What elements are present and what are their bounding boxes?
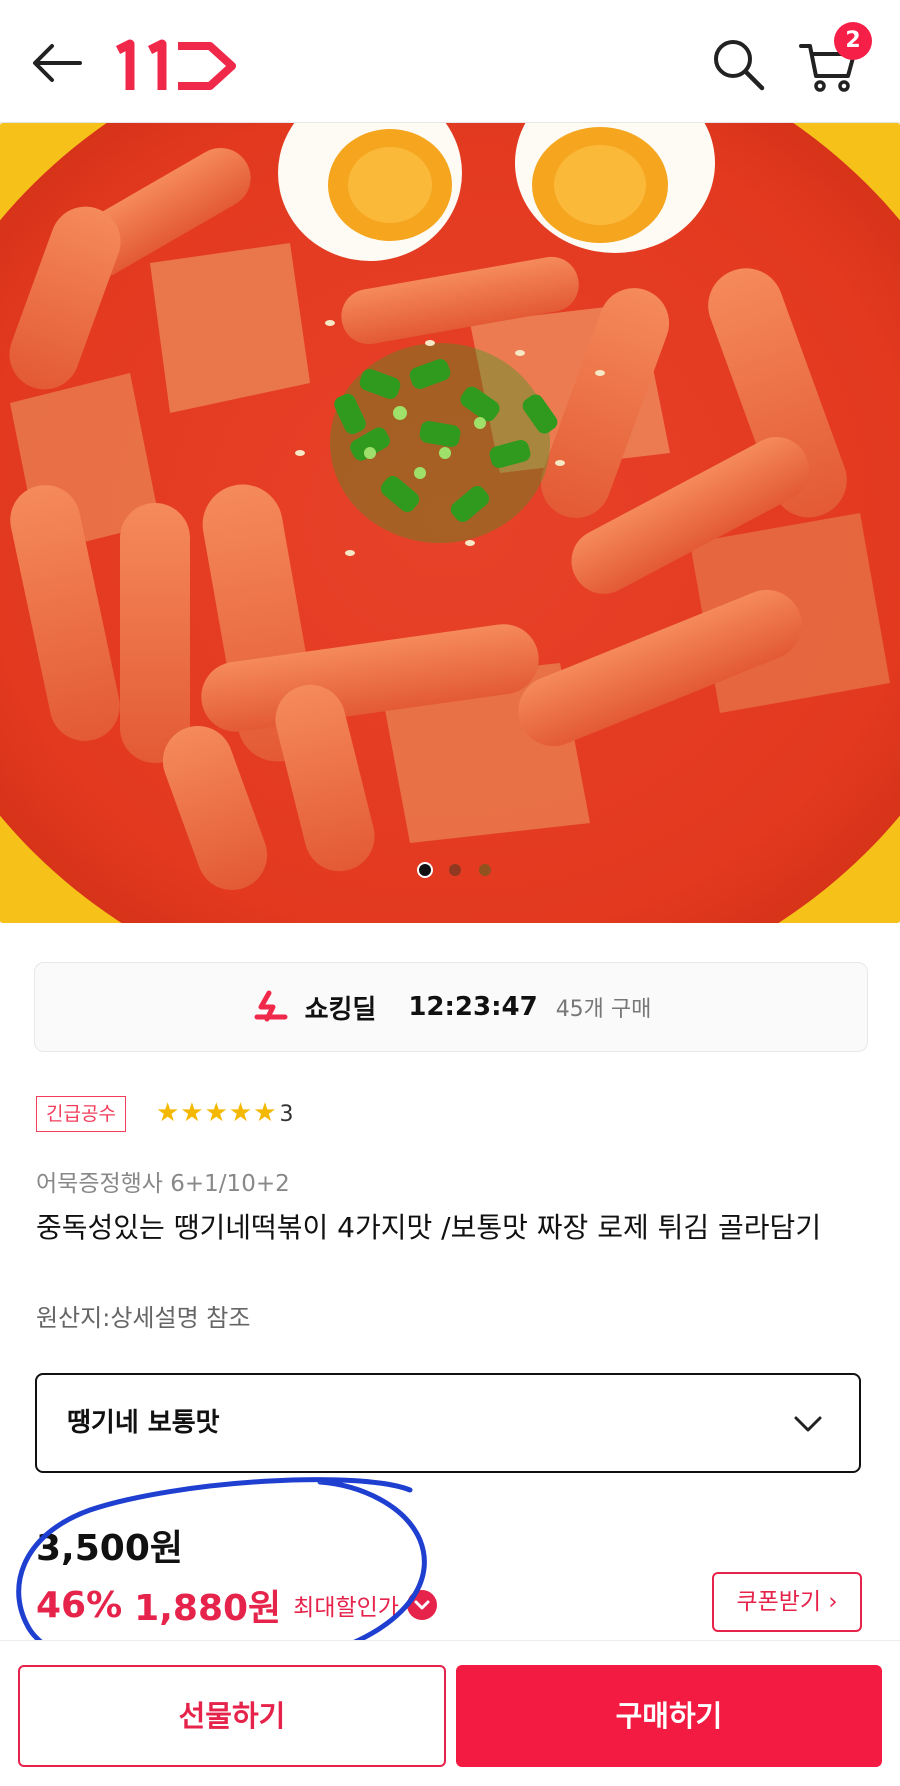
option-select[interactable]: 땡기네 보통맛	[35, 1373, 861, 1473]
review-count: 3	[279, 1102, 295, 1127]
carousel-dot-2	[449, 864, 461, 876]
lightning-icon	[254, 990, 288, 1022]
product-image[interactable]	[0, 123, 900, 923]
carousel-dot-3	[479, 864, 491, 876]
rating[interactable]: ★★★★★3	[156, 1096, 295, 1130]
chevron-down-icon	[794, 1416, 822, 1432]
back-arrow-icon[interactable]	[30, 38, 84, 88]
purchase-count: 45개 구매	[555, 997, 652, 1022]
bottom-action-bar: 선물하기 구매하기	[0, 1640, 900, 1786]
sale-price-row: 46% 1,880원 최대할인가	[36, 1578, 437, 1632]
coupon-button[interactable]: 쿠폰받기 ›	[712, 1572, 862, 1632]
shocking-deal-bar[interactable]: 쇼킹딜 12:23:47 45개 구매	[34, 962, 868, 1052]
chevron-down-circle-icon[interactable]	[406, 1590, 437, 1620]
max-discount-label: 최대할인가	[293, 1595, 399, 1621]
origin-text: 원산지:상세설명 참조	[36, 1304, 251, 1332]
urgent-import-tag: 긴급공수	[36, 1096, 126, 1132]
coupon-button-label: 쿠폰받기	[736, 1589, 822, 1615]
chevron-right-icon: ›	[828, 1589, 838, 1615]
deal-timer: 12:23:47	[408, 992, 538, 1022]
11st-logo[interactable]	[112, 38, 238, 93]
gift-button[interactable]: 선물하기	[18, 1665, 446, 1767]
product-title: 중독성있는 땡기네떡볶이 4가지맛 /보통맛 짜장 로제 튀김 골라담기	[36, 1211, 822, 1244]
deal-label: 쇼킹딜	[304, 994, 377, 1025]
carousel-indicator	[417, 862, 491, 878]
top-header: 2	[0, 0, 900, 123]
buy-button[interactable]: 구매하기	[456, 1665, 882, 1767]
discount-percent: 46%	[36, 1584, 123, 1626]
tteokbokki-illustration	[0, 123, 900, 923]
search-icon[interactable]	[710, 36, 766, 92]
promotion-text: 어묵증정행사 6+1/10+2	[36, 1171, 290, 1197]
rating-stars: ★★★★★	[156, 1098, 278, 1128]
carousel-dot-1	[417, 862, 433, 878]
sale-price: 1,880원	[134, 1588, 282, 1629]
selected-option: 땡기네 보통맛	[67, 1408, 220, 1438]
cart-count-badge: 2	[834, 22, 872, 60]
original-price: 3,500원	[36, 1528, 183, 1569]
